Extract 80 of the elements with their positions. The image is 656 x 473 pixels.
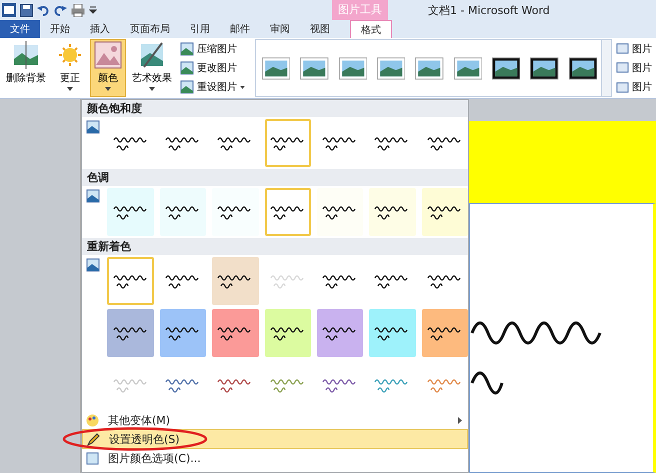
picture-style-thumbnail[interactable]	[454, 56, 482, 80]
picture-style-thumbnail[interactable]	[530, 56, 559, 80]
ribbon-tab[interactable]: 格式	[350, 20, 392, 38]
recolor-thumbnail[interactable]	[264, 188, 311, 236]
picture-style-thumbnail[interactable]	[338, 56, 367, 80]
menu-item[interactable]: 设置透明色(S)	[82, 429, 468, 449]
recolor-thumbnail[interactable]	[264, 119, 311, 167]
caret-icon	[67, 87, 73, 91]
picture-icon	[616, 61, 629, 74]
ribbon-tab[interactable]: 页面布局	[120, 20, 180, 38]
caret-icon	[149, 87, 155, 91]
picture-style-thumbnail[interactable]	[568, 56, 597, 80]
palette-icon	[86, 414, 98, 426]
ribbon-tab[interactable]: 插入	[80, 20, 120, 38]
picture-icon	[616, 80, 629, 94]
picture-icon	[616, 42, 629, 56]
recolor-thumbnail[interactable]	[316, 309, 364, 357]
recolor-thumbnail[interactable]	[422, 188, 468, 236]
ribbon-button[interactable]: 颜色	[90, 39, 126, 97]
menu-item[interactable]: 其他变体(M)	[82, 411, 468, 429]
mountain-picture-icon	[94, 41, 122, 69]
ribbon-tab[interactable]: 邮件	[220, 20, 260, 38]
ribbon-tab[interactable]: 视图	[300, 20, 340, 38]
submenu-arrow-icon	[458, 416, 462, 424]
ribbon-tab[interactable]: 审阅	[260, 20, 300, 38]
picture-tools-label: 图片工具	[332, 0, 388, 20]
picture-icon	[86, 189, 100, 203]
recolor-thumbnail[interactable]	[212, 257, 259, 305]
recolor-thumbnail[interactable]	[422, 309, 468, 357]
menu-section-header: 重新着色	[82, 238, 468, 255]
menu-section-header: 颜色饱和度	[82, 100, 468, 117]
recolor-thumbnail[interactable]	[264, 309, 311, 357]
picture-style-thumbnail[interactable]	[262, 56, 290, 80]
ribbon-tab[interactable]: 引用	[180, 20, 220, 38]
picture-icon	[86, 452, 98, 464]
customize-dropdown-icon[interactable]	[89, 4, 97, 16]
artistic-picture-icon	[138, 41, 166, 69]
save-icon[interactable]	[20, 4, 33, 16]
sun-icon	[56, 41, 84, 69]
ribbon-tab[interactable]: 文件	[0, 20, 40, 38]
picture-icon	[180, 60, 194, 75]
ribbon-button[interactable]: 删除背景	[2, 39, 50, 97]
picture-icon	[86, 120, 100, 134]
ribbon-button[interactable]: 压缩图片	[178, 42, 247, 56]
ribbon-button[interactable]: 更改图片	[178, 60, 247, 75]
printer-icon[interactable]	[71, 4, 85, 16]
recolor-thumbnail[interactable]	[107, 257, 154, 305]
undo-icon[interactable]	[37, 4, 50, 16]
recolor-thumbnail[interactable]	[316, 188, 364, 236]
picture-style-thumbnail[interactable]	[376, 56, 406, 80]
pen-icon	[86, 432, 100, 446]
recolor-thumbnail[interactable]	[107, 188, 154, 236]
ribbon-button[interactable]: 图片	[614, 80, 654, 94]
ribbon-button[interactable]: 重设图片	[178, 80, 247, 94]
picture-style-thumbnail[interactable]	[300, 56, 329, 80]
caret-icon	[105, 87, 111, 91]
redo-icon[interactable]	[54, 4, 67, 16]
recolor-thumbnail[interactable]	[369, 309, 416, 357]
recolor-thumbnail[interactable]	[212, 188, 259, 236]
window-title: 文档1 - Microsoft Word	[428, 2, 550, 18]
caret-icon	[240, 86, 245, 89]
picture-icon	[86, 258, 100, 272]
picture-icon	[12, 41, 40, 69]
menu-item[interactable]: 图片颜色选项(C)...	[82, 449, 468, 467]
recolor-thumbnail[interactable]	[107, 309, 154, 357]
recolor-thumbnail[interactable]	[160, 188, 206, 236]
ribbon-button[interactable]: 艺术效果	[128, 39, 176, 97]
picture-icon	[180, 80, 194, 94]
recolor-thumbnail[interactable]	[369, 188, 416, 236]
ribbon-tab[interactable]: 开始	[40, 20, 80, 38]
picture-style-thumbnail[interactable]	[492, 56, 520, 80]
picture-style-thumbnail[interactable]	[415, 56, 444, 80]
picture-icon	[180, 42, 194, 56]
ribbon-button[interactable]: 图片	[614, 42, 654, 56]
recolor-thumbnail[interactable]	[212, 309, 259, 357]
gallery-scrollbar[interactable]	[601, 40, 611, 96]
ribbon-button[interactable]: 图片	[614, 60, 654, 75]
recolor-thumbnail[interactable]	[160, 309, 206, 357]
ribbon-button[interactable]: 更正	[52, 39, 88, 97]
menu-section-header: 色调	[82, 169, 468, 186]
